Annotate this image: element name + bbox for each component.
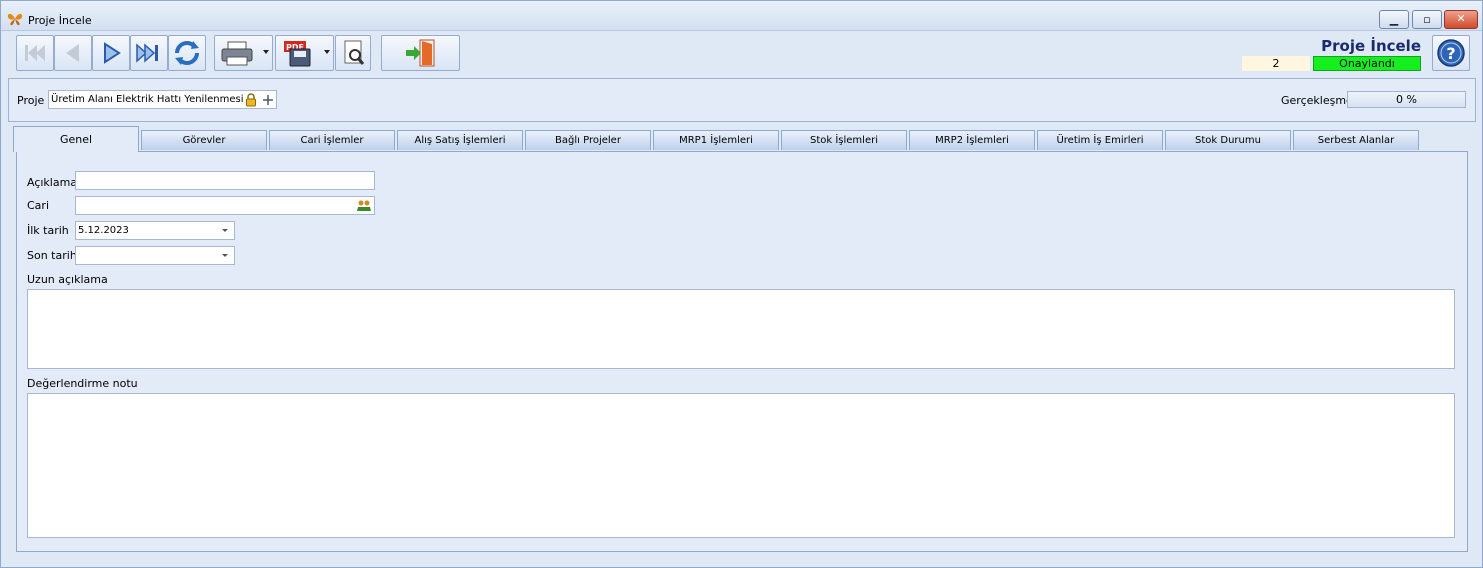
print-button[interactable] bbox=[214, 35, 273, 71]
help-icon: ? bbox=[1437, 39, 1465, 67]
form-title: Proje İncele bbox=[1321, 37, 1421, 55]
tab-gorevler[interactable]: Görevler bbox=[141, 130, 267, 150]
chevron-down-icon[interactable] bbox=[222, 229, 228, 232]
chevron-down-icon[interactable] bbox=[222, 254, 228, 257]
pdf-save-icon: PDF bbox=[284, 41, 311, 67]
aciklama-input[interactable] bbox=[75, 171, 375, 190]
print-icon bbox=[221, 41, 253, 66]
chevron-down-icon bbox=[324, 50, 330, 54]
next-record-button[interactable] bbox=[92, 35, 130, 71]
cari-input[interactable] bbox=[75, 196, 375, 215]
window: Proje İncele ▁ ▫ ✕ PDF Proje İncele 2 On… bbox=[0, 0, 1483, 568]
maximize-button[interactable]: ▫ bbox=[1412, 10, 1442, 29]
add-icon[interactable] bbox=[262, 94, 274, 106]
tab-serbest-alanlar[interactable]: Serbest Alanlar bbox=[1293, 130, 1419, 150]
window-title: Proje İncele bbox=[28, 14, 92, 27]
refresh-icon bbox=[175, 41, 199, 65]
status-badge: Onaylandı bbox=[1313, 56, 1421, 71]
lock-icon[interactable] bbox=[245, 93, 257, 107]
cari-label: Cari bbox=[27, 199, 49, 212]
tab-uretim-is-emirleri[interactable]: Üretim İş Emirleri bbox=[1037, 130, 1163, 150]
tab-alis-satis-islemleri[interactable]: Alış Satış İşlemleri bbox=[397, 130, 523, 150]
first-record-button[interactable] bbox=[16, 35, 54, 71]
progress-label: Gerçekleşme bbox=[1281, 94, 1353, 107]
preview-icon bbox=[344, 40, 365, 65]
project-field[interactable]: Üretim Alanı Elektrik Hattı Yenilenmesi bbox=[48, 90, 277, 109]
preview-button[interactable] bbox=[335, 35, 371, 71]
project-value: Üretim Alanı Elektrik Hattı Yenilenmesi bbox=[51, 94, 244, 105]
project-label: Proje bbox=[17, 94, 45, 107]
ilk-tarih-datepicker[interactable]: 5.12.2023 bbox=[75, 221, 235, 240]
tab-mrp1-islemleri[interactable]: MRP1 İşlemleri bbox=[653, 130, 779, 150]
degerlendirme-label: Değerlendirme notu bbox=[27, 377, 138, 390]
record-number: 2 bbox=[1242, 56, 1310, 71]
next-record-icon bbox=[104, 42, 121, 64]
last-record-button[interactable] bbox=[130, 35, 168, 71]
refresh-button[interactable] bbox=[168, 35, 206, 71]
prev-record-icon bbox=[66, 44, 79, 62]
close-button[interactable]: ✕ bbox=[1444, 10, 1478, 29]
aciklama-label: Açıklama bbox=[27, 176, 78, 189]
minimize-button[interactable]: ▁ bbox=[1379, 10, 1409, 29]
tab-stok-durumu[interactable]: Stok Durumu bbox=[1165, 130, 1291, 150]
exit-icon bbox=[406, 39, 435, 67]
tab-mrp2-islemleri[interactable]: MRP2 İşlemleri bbox=[909, 130, 1035, 150]
restore-icon: ▫ bbox=[1423, 13, 1431, 26]
last-record-icon bbox=[136, 43, 158, 63]
minimize-icon: ▁ bbox=[1389, 13, 1399, 26]
svg-text:?: ? bbox=[1446, 44, 1455, 63]
tab-bagli-projeler[interactable]: Bağlı Projeler bbox=[525, 130, 651, 150]
first-record-icon bbox=[25, 45, 45, 61]
progress-bar: 0 % bbox=[1347, 91, 1466, 108]
ilk-tarih-label: İlk tarih bbox=[27, 224, 69, 237]
uzun-aciklama-textarea[interactable] bbox=[27, 289, 1455, 369]
exit-button[interactable] bbox=[381, 35, 460, 71]
uzun-aciklama-label: Uzun açıklama bbox=[27, 273, 108, 286]
people-lookup-icon[interactable] bbox=[357, 200, 371, 212]
tab-stok-islemleri[interactable]: Stok İşlemleri bbox=[781, 130, 907, 150]
pdf-save-button[interactable]: PDF bbox=[275, 35, 334, 71]
close-icon: ✕ bbox=[1456, 12, 1466, 25]
tab-genel[interactable]: Genel bbox=[13, 126, 139, 152]
tab-cari-islemler[interactable]: Cari İşlemler bbox=[269, 130, 395, 150]
butterfly-icon bbox=[7, 13, 23, 26]
ilk-tarih-value: 5.12.2023 bbox=[78, 225, 129, 236]
son-tarih-label: Son tarih bbox=[27, 249, 77, 262]
degerlendirme-textarea[interactable] bbox=[27, 393, 1455, 538]
title-bar: Proje İncele ▁ ▫ ✕ bbox=[1, 1, 1482, 31]
son-tarih-datepicker[interactable] bbox=[75, 246, 235, 265]
chevron-down-icon bbox=[263, 50, 269, 54]
help-button[interactable]: ? bbox=[1432, 35, 1470, 71]
prev-record-button[interactable] bbox=[54, 35, 92, 71]
